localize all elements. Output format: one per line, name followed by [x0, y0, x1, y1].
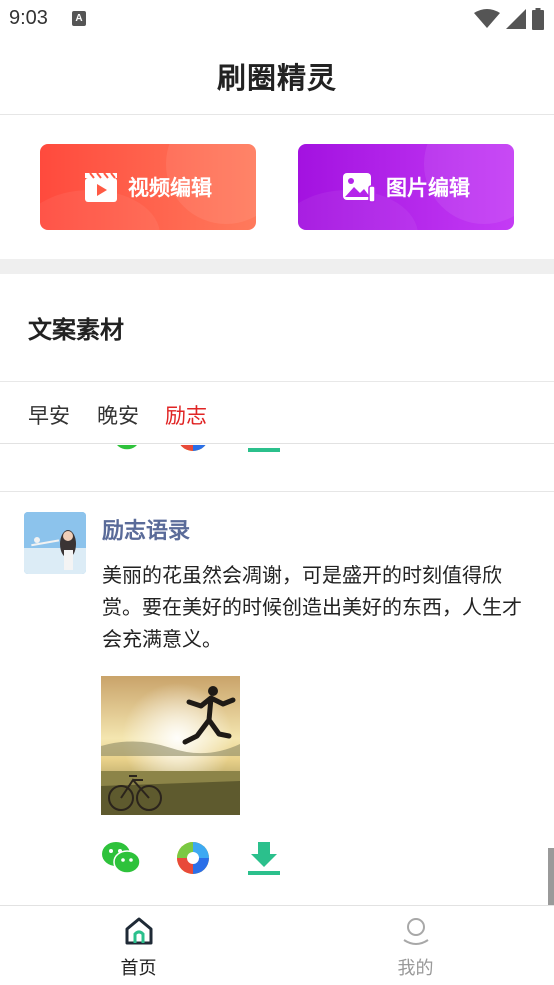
nav-profile[interactable]: 我的	[277, 906, 554, 985]
video-clapper-icon	[85, 172, 117, 202]
nav-profile-label: 我的	[397, 958, 434, 979]
previous-post-actions	[0, 445, 554, 465]
image-edit-icon	[343, 173, 376, 203]
post-divider	[0, 491, 554, 492]
home-icon	[125, 917, 152, 945]
app-title: 刷圈精灵	[216, 61, 337, 95]
wechat-icon[interactable]	[101, 445, 141, 453]
moments-icon[interactable]	[173, 840, 213, 876]
nav-home[interactable]: 首页	[0, 906, 277, 985]
section-title: 文案素材	[28, 316, 124, 344]
app-bar: 刷圈精灵	[0, 38, 554, 115]
image-edit-button[interactable]: 图片编辑	[298, 144, 514, 230]
post-title: 励志语录	[102, 519, 191, 544]
sunset-photo	[101, 676, 240, 815]
moments-icon[interactable]	[173, 445, 213, 453]
bottom-navigation: 首页 我的	[0, 905, 554, 985]
editor-shortcuts: 视频编辑 图片编辑	[0, 115, 554, 259]
wechat-icon[interactable]	[101, 840, 141, 876]
tab-morning[interactable]: 早安	[28, 400, 70, 430]
category-tabs: 早安 晚安 励志	[0, 382, 554, 444]
download-icon[interactable]	[244, 840, 284, 876]
nav-home-label: 首页	[120, 958, 157, 979]
tab-inspiration[interactable]: 励志	[165, 400, 207, 430]
video-edit-label: 视频编辑	[128, 176, 212, 200]
avatar-photo	[24, 512, 86, 574]
section-separator	[0, 259, 554, 274]
video-edit-button[interactable]: 视频编辑	[40, 144, 256, 230]
status-time: 9:03	[9, 7, 48, 29]
post-list[interactable]: 励志语录 美丽的花虽然会凋谢，可是盛开的时刻值得欣赏。要在美好的时候创造出美好的…	[0, 445, 554, 905]
avatar	[24, 512, 86, 574]
scrollbar[interactable]	[548, 848, 554, 905]
status-bar: 9:03 A	[0, 0, 554, 38]
battery-icon	[532, 8, 544, 30]
post-image[interactable]	[101, 676, 240, 815]
notification-icon: A	[72, 11, 86, 26]
profile-icon	[402, 918, 429, 945]
wifi-icon	[474, 9, 500, 28]
signal-icon	[506, 9, 526, 29]
status-indicators	[474, 8, 544, 30]
image-edit-label: 图片编辑	[386, 176, 470, 200]
download-icon[interactable]	[244, 445, 284, 453]
tab-night[interactable]: 晚安	[97, 400, 139, 430]
post-text: 美丽的花虽然会凋谢，可是盛开的时刻值得欣赏。要在美好的时候创造出美好的东西，人生…	[102, 563, 522, 651]
